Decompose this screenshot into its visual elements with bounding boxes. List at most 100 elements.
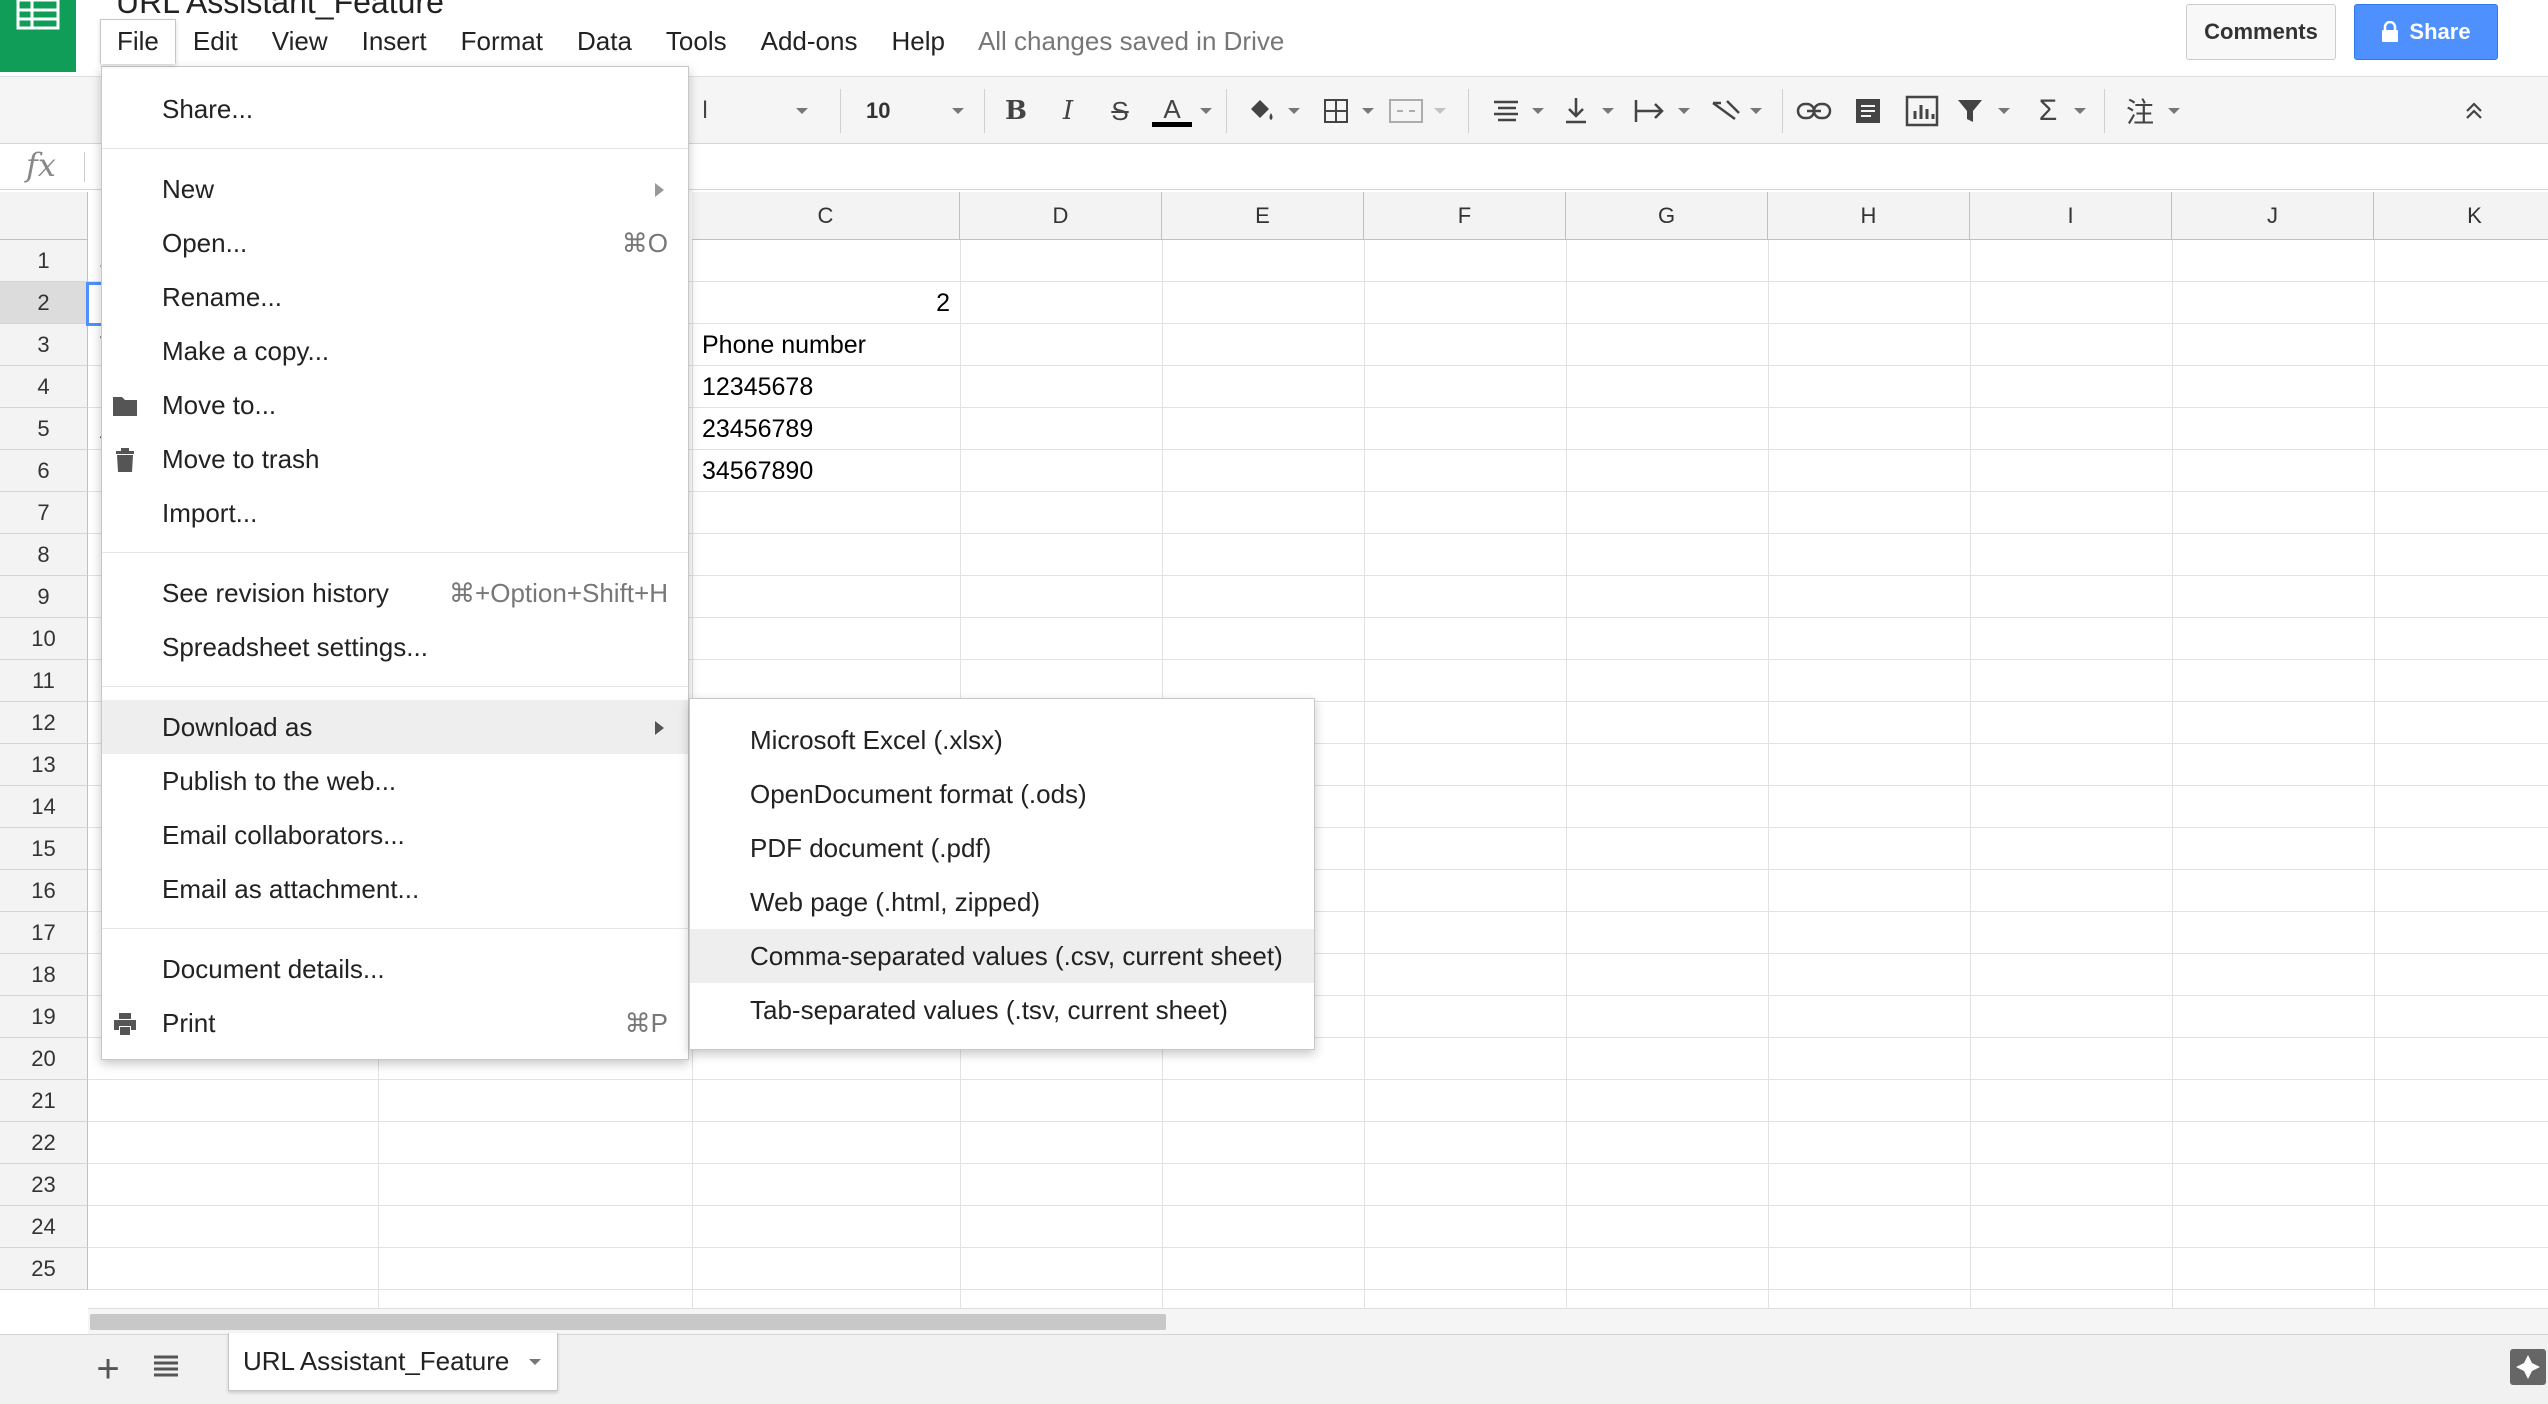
cell-c5[interactable]: 23456789 [694, 408, 960, 450]
row-header-11[interactable]: 11 [0, 660, 88, 702]
row-header-15[interactable]: 15 [0, 828, 88, 870]
row-header-16[interactable]: 16 [0, 870, 88, 912]
menu-file[interactable]: File [100, 18, 176, 64]
borders-icon[interactable] [1316, 77, 1356, 145]
all-sheets-list-icon[interactable] [152, 1351, 192, 1391]
row-header-2[interactable]: 2 [0, 282, 88, 324]
download-csv[interactable]: Comma-separated values (.csv, current sh… [690, 929, 1314, 983]
row-header-22[interactable]: 22 [0, 1122, 88, 1164]
file-menu-import[interactable]: Import... [102, 486, 688, 540]
insert-comment-icon[interactable] [1846, 77, 1890, 145]
row-header-9[interactable]: 9 [0, 576, 88, 618]
row-header-12[interactable]: 12 [0, 702, 88, 744]
cell-c4[interactable]: 12345678 [694, 366, 960, 408]
menu-view[interactable]: View [255, 19, 345, 64]
file-menu-email-collaborators[interactable]: Email collaborators... [102, 808, 688, 862]
file-menu-print[interactable]: Print ⌘P [102, 996, 688, 1050]
text-wrap-dropdown-icon[interactable] [1676, 77, 1692, 145]
explore-icon[interactable] [2510, 1349, 2546, 1385]
merge-dropdown-icon[interactable] [1432, 77, 1448, 145]
column-header-c[interactable]: C [692, 192, 960, 240]
column-header-d[interactable]: D [960, 192, 1162, 240]
fill-color-icon[interactable] [1240, 77, 1284, 145]
filter-icon[interactable] [1950, 77, 1990, 145]
column-header-g[interactable]: G [1566, 192, 1768, 240]
text-rotation-icon[interactable] [1704, 77, 1748, 145]
column-header-f[interactable]: F [1364, 192, 1566, 240]
select-all-corner[interactable] [0, 192, 88, 240]
file-menu-rename[interactable]: Rename... [102, 270, 688, 324]
input-tools-dropdown-icon[interactable] [2166, 77, 2182, 145]
file-menu-email-attachment[interactable]: Email as attachment... [102, 862, 688, 916]
row-header-23[interactable]: 23 [0, 1164, 88, 1206]
download-pdf[interactable]: PDF document (.pdf) [690, 821, 1314, 875]
row-header-6[interactable]: 6 [0, 450, 88, 492]
row-header-1[interactable]: 1 [0, 240, 88, 282]
download-xlsx[interactable]: Microsoft Excel (.xlsx) [690, 713, 1314, 767]
fill-color-dropdown-icon[interactable] [1286, 77, 1302, 145]
menu-add-ons[interactable]: Add-ons [744, 19, 875, 64]
row-header-25[interactable]: 25 [0, 1248, 88, 1290]
menu-help[interactable]: Help [874, 19, 961, 64]
file-menu-document-details[interactable]: Document details... [102, 942, 688, 996]
sheet-tab-dropdown-icon[interactable] [529, 1359, 541, 1365]
cell-c6[interactable]: 34567890 [694, 450, 960, 492]
share-button[interactable]: Share [2354, 4, 2498, 60]
menu-insert[interactable]: Insert [345, 19, 444, 64]
row-header-5[interactable]: 5 [0, 408, 88, 450]
cell-c2[interactable]: 2 [694, 282, 960, 324]
borders-dropdown-icon[interactable] [1360, 77, 1376, 145]
row-header-13[interactable]: 13 [0, 744, 88, 786]
row-header-10[interactable]: 10 [0, 618, 88, 660]
row-header-18[interactable]: 18 [0, 954, 88, 996]
text-rotation-dropdown-icon[interactable] [1748, 77, 1764, 145]
row-header-20[interactable]: 20 [0, 1038, 88, 1080]
align-dropdown-icon[interactable] [1530, 77, 1546, 145]
file-menu-spreadsheet-settings[interactable]: Spreadsheet settings... [102, 620, 688, 674]
file-menu-move-to[interactable]: Move to... [102, 378, 688, 432]
menu-edit[interactable]: Edit [176, 19, 255, 64]
insert-link-icon[interactable] [1792, 77, 1836, 145]
font-size-dropdown-icon[interactable] [946, 77, 970, 145]
row-header-21[interactable]: 21 [0, 1080, 88, 1122]
row-header-4[interactable]: 4 [0, 366, 88, 408]
file-menu-revision-history[interactable]: See revision history ⌘+Option+Shift+H [102, 566, 688, 620]
column-header-j[interactable]: J [2172, 192, 2374, 240]
column-header-e[interactable]: E [1162, 192, 1364, 240]
scrollbar-thumb[interactable] [90, 1314, 1166, 1330]
functions-icon[interactable]: Σ [2028, 77, 2068, 145]
row-header-7[interactable]: 7 [0, 492, 88, 534]
row-header-17[interactable]: 17 [0, 912, 88, 954]
text-wrap-icon[interactable] [1628, 77, 1672, 145]
download-ods[interactable]: OpenDocument format (.ods) [690, 767, 1314, 821]
sheets-logo-icon[interactable] [0, 0, 76, 72]
file-menu-open[interactable]: Open... ⌘O [102, 216, 688, 270]
add-sheet-button[interactable]: + [88, 1349, 128, 1389]
menu-tools[interactable]: Tools [649, 19, 744, 64]
cell-c3[interactable]: Phone number [694, 324, 960, 366]
column-header-h[interactable]: H [1768, 192, 1970, 240]
input-tools-icon[interactable]: 注 [2120, 77, 2160, 145]
font-family-dropdown-icon[interactable] [790, 77, 814, 145]
horizontal-scrollbar[interactable] [88, 1308, 2548, 1334]
insert-chart-icon[interactable] [1900, 77, 1944, 145]
vertical-align-dropdown-icon[interactable] [1600, 77, 1616, 145]
file-menu-move-to-trash[interactable]: Move to trash [102, 432, 688, 486]
font-family-select[interactable]: l [690, 77, 720, 145]
file-menu-new[interactable]: New [102, 162, 688, 216]
download-html[interactable]: Web page (.html, zipped) [690, 875, 1314, 929]
file-menu-share[interactable]: Share... [102, 82, 688, 136]
functions-dropdown-icon[interactable] [2072, 77, 2088, 145]
save-status[interactable]: All changes saved in Drive [978, 26, 1284, 57]
menu-data[interactable]: Data [560, 19, 649, 64]
horizontal-align-icon[interactable] [1486, 77, 1526, 145]
download-tsv[interactable]: Tab-separated values (.tsv, current shee… [690, 983, 1314, 1037]
italic-icon[interactable]: I [1048, 77, 1088, 145]
file-menu-download-as[interactable]: Download as [102, 700, 688, 754]
comments-button[interactable]: Comments [2186, 4, 2336, 60]
filter-dropdown-icon[interactable] [1996, 77, 2012, 145]
text-color-dropdown-icon[interactable] [1198, 77, 1214, 145]
collapse-toolbar-icon[interactable] [2454, 77, 2494, 145]
column-header-k[interactable]: K [2374, 192, 2548, 240]
row-header-3[interactable]: 3 [0, 324, 88, 366]
